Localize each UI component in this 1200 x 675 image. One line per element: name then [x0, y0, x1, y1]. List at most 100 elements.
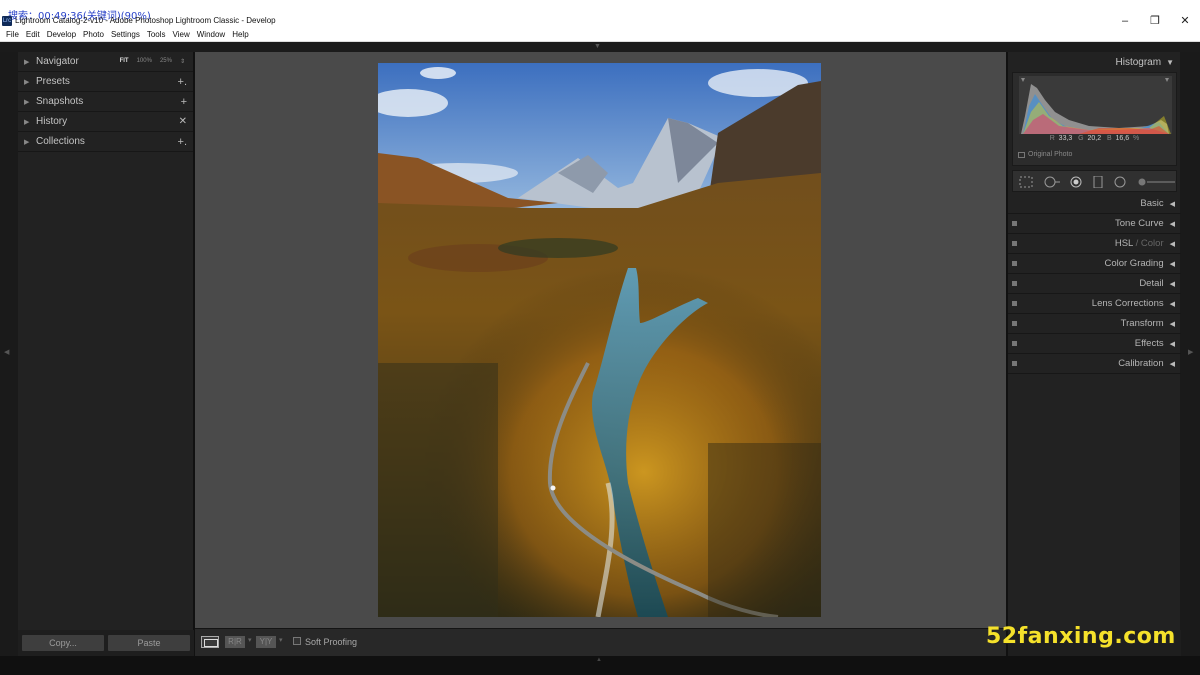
presets-header[interactable]: ▶ Presets +. — [18, 72, 193, 92]
radial-filter-icon[interactable] — [1113, 176, 1127, 188]
expand-triangle-icon[interactable]: ▶ — [24, 98, 36, 106]
collapse-right-icon[interactable]: ▶ — [1188, 348, 1193, 356]
expand-triangle-icon[interactable]: ◀ — [1170, 300, 1175, 308]
panel-toggle-switch[interactable] — [1012, 281, 1017, 286]
paste-button[interactable]: Paste — [108, 635, 190, 651]
copy-button[interactable]: Copy... — [22, 635, 104, 651]
zoom-100[interactable]: 100% — [137, 58, 152, 65]
swap-before-after-button[interactable]: Y|Y — [256, 636, 276, 648]
close-button[interactable]: ✕ — [1178, 14, 1192, 28]
b-label: B — [1106, 135, 1112, 142]
b-value: 16,6 — [1115, 135, 1130, 142]
detail-section-header[interactable]: Detail ◀ — [1008, 274, 1181, 294]
navigator-zoom-options: FIT 100% 25% ⇕ — [120, 58, 185, 65]
add-collection-icon[interactable]: +. — [178, 136, 187, 148]
expand-triangle-icon[interactable]: ◀ — [1170, 260, 1175, 268]
navigator-header[interactable]: ▶ Navigator FIT 100% 25% ⇕ — [18, 52, 193, 72]
clear-history-icon[interactable]: ✕ — [179, 116, 187, 127]
restore-button[interactable]: ❐ — [1148, 14, 1162, 28]
collapse-top-icon[interactable]: ▼ — [594, 43, 601, 50]
calibration-section-header[interactable]: Calibration ◀ — [1008, 354, 1181, 374]
before-after-button[interactable]: R|R — [225, 636, 245, 648]
basic-section-header[interactable]: Basic ◀ — [1008, 194, 1181, 214]
swap-dropdown-icon[interactable]: ▾ — [279, 636, 283, 644]
menu-file[interactable]: File — [4, 28, 24, 41]
panel-toggle-switch[interactable] — [1012, 301, 1017, 306]
lens-corrections-section-header[interactable]: Lens Corrections ◀ — [1008, 294, 1181, 314]
snapshots-header[interactable]: ▶ Snapshots + — [18, 92, 193, 112]
menu-develop[interactable]: Develop — [45, 28, 81, 41]
color-grading-section-header[interactable]: Color Grading ◀ — [1008, 254, 1181, 274]
menu-photo[interactable]: Photo — [81, 28, 109, 41]
hsl-tab[interactable]: HSL — [1115, 238, 1133, 249]
minimize-button[interactable]: – — [1118, 14, 1132, 28]
loupe-view-button[interactable] — [201, 636, 219, 648]
crop-overlay-icon[interactable] — [1019, 176, 1033, 188]
expand-triangle-icon[interactable]: ◀ — [1170, 360, 1175, 368]
transform-label: Transform — [1120, 318, 1164, 329]
graduated-filter-icon[interactable] — [1093, 176, 1103, 188]
expand-triangle-icon[interactable]: ◀ — [1170, 320, 1175, 328]
photo-preview[interactable] — [378, 63, 821, 617]
menu-help[interactable]: Help — [230, 28, 253, 41]
title-bar: 搜索：00:49:36(关键词)(90%) Lrc Lightroom Cata… — [0, 0, 1200, 28]
develop-toolbar: R|R ▾ Y|Y ▾ Soft Proofing — [195, 628, 1006, 656]
zoom-25[interactable]: 25% — [160, 58, 172, 65]
expand-triangle-icon[interactable]: ◀ — [1170, 340, 1175, 348]
add-preset-icon[interactable]: +. — [178, 76, 187, 88]
collections-header[interactable]: ▶ Collections +. — [18, 132, 193, 152]
expand-triangle-icon[interactable]: ◀ — [1170, 280, 1175, 288]
menu-window[interactable]: Window — [195, 28, 230, 41]
expand-filmstrip-icon[interactable]: ▲ — [596, 657, 602, 663]
color-tab[interactable]: Color — [1141, 238, 1164, 249]
bottom-filmstrip-toggle-strip[interactable]: ▲ — [0, 656, 1200, 675]
expand-triangle-icon[interactable]: ▶ — [24, 58, 36, 66]
histogram-title: Histogram — [1115, 56, 1162, 68]
effects-section-header[interactable]: Effects ◀ — [1008, 334, 1181, 354]
panel-toggle-switch[interactable] — [1012, 261, 1017, 266]
expand-triangle-icon[interactable]: ◀ — [1170, 220, 1175, 228]
collapse-histogram-icon[interactable]: ▼ — [1166, 58, 1174, 67]
original-photo-indicator: Original Photo — [1018, 151, 1072, 158]
panel-toggle-switch[interactable] — [1012, 361, 1017, 366]
collapse-left-icon[interactable]: ◀ — [4, 348, 9, 356]
hsl-section-header[interactable]: HSL / Color ◀ — [1008, 234, 1181, 254]
soft-proofing-label: Soft Proofing — [305, 637, 358, 647]
zoom-stepper-icon[interactable]: ⇕ — [180, 58, 185, 65]
before-after-dropdown-icon[interactable]: ▾ — [248, 636, 252, 644]
spot-removal-icon[interactable] — [1043, 176, 1061, 188]
r-label: R — [1049, 135, 1055, 142]
panel-toggle-switch[interactable] — [1012, 241, 1017, 246]
history-header[interactable]: ▶ History ✕ — [18, 112, 193, 132]
left-edge-strip[interactable]: ◀ — [0, 52, 18, 656]
histogram-graph — [1019, 76, 1172, 134]
menu-tools[interactable]: Tools — [145, 28, 171, 41]
histogram[interactable]: R 33,3 G 20,2 B 16,6 % Original Photo — [1012, 72, 1177, 166]
expand-triangle-icon[interactable]: ▶ — [24, 138, 36, 146]
right-edge-strip[interactable]: ▶ — [1180, 52, 1200, 656]
site-watermark: 52fanxing.com — [986, 624, 1176, 649]
expand-triangle-icon[interactable]: ▶ — [24, 118, 36, 126]
percent-unit: % — [1133, 135, 1140, 142]
panel-toggle-switch[interactable] — [1012, 321, 1017, 326]
menu-view[interactable]: View — [171, 28, 195, 41]
panel-toggle-switch[interactable] — [1012, 221, 1017, 226]
add-snapshot-icon[interactable]: + — [181, 96, 187, 108]
red-eye-icon[interactable] — [1069, 176, 1083, 188]
soft-proofing-checkbox[interactable] — [293, 637, 301, 645]
histogram-header[interactable]: Histogram ▼ — [1008, 52, 1180, 72]
tone-curve-section-header[interactable]: Tone Curve ◀ — [1008, 214, 1181, 234]
expand-triangle-icon[interactable]: ◀ — [1170, 200, 1175, 208]
lens-corrections-label: Lens Corrections — [1091, 298, 1164, 309]
transform-section-header[interactable]: Transform ◀ — [1008, 314, 1181, 334]
adjustment-brush-icon[interactable] — [1137, 176, 1177, 188]
image-canvas[interactable] — [195, 52, 1006, 628]
menu-settings[interactable]: Settings — [109, 28, 145, 41]
expand-triangle-icon[interactable]: ◀ — [1170, 240, 1175, 248]
expand-triangle-icon[interactable]: ▶ — [24, 78, 36, 86]
menu-bar: File Edit Develop Photo Settings Tools V… — [0, 28, 1200, 42]
zoom-fit[interactable]: FIT — [120, 58, 129, 65]
panel-toggle-switch[interactable] — [1012, 341, 1017, 346]
menu-edit[interactable]: Edit — [24, 28, 45, 41]
top-panel-toggle-strip[interactable]: ▼ — [0, 42, 1200, 52]
